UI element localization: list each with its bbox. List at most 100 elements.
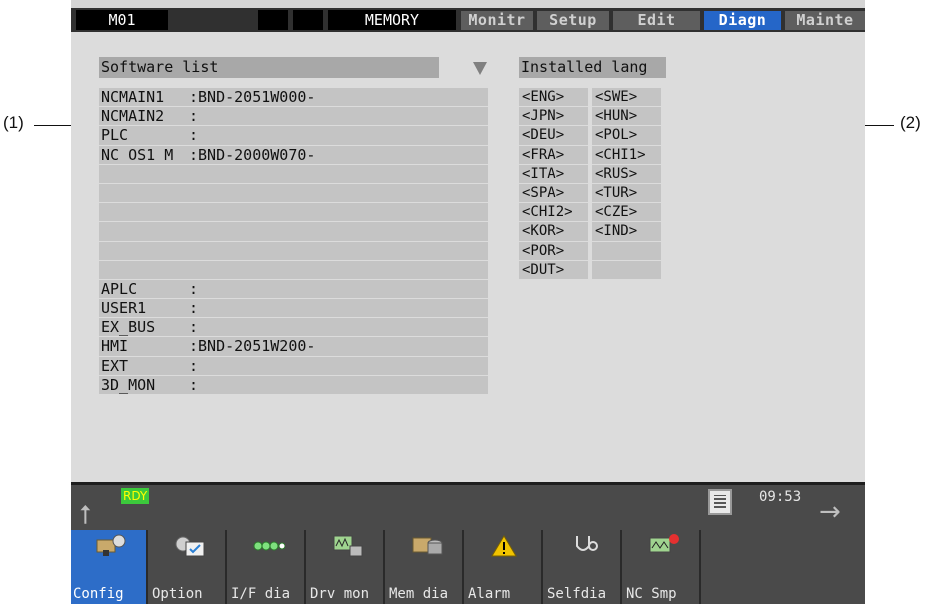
software-row: PLC: (99, 126, 488, 145)
tab-maintenance[interactable]: Mainte (785, 11, 865, 30)
menu-key-label: Mem dia (389, 586, 449, 602)
software-row: NCMAIN2: (99, 107, 488, 126)
software-list: NCMAIN1:BND-2051W000- NCMAIN2: PLC: NC OS1 … (99, 88, 488, 395)
menu-key-config[interactable]: Config (71, 530, 148, 604)
operation-status: MEMORY (328, 10, 456, 30)
software-row (99, 222, 488, 241)
software-name: APLC (101, 279, 138, 298)
language-cell: <DEU> (519, 126, 588, 145)
drive-monitor-icon (332, 534, 364, 558)
nc-screen: M01 MEMORY Monitr Setup Edit Diagn Maint… (71, 0, 865, 604)
menu-key-drv-mon[interactable]: Drv mon (308, 530, 385, 604)
language-row: <SPA> <TUR> (519, 183, 665, 203)
language-row: <DEU> <POL> (519, 126, 665, 145)
ready-badge: RDY (121, 488, 150, 504)
dropdown-arrow-icon[interactable] (473, 62, 487, 75)
software-row: APLC: (99, 279, 488, 299)
menu-key-label: Config (73, 586, 124, 602)
language-row: <DUT> (519, 260, 665, 279)
menu-key-i-f-dia[interactable]: I/F dia (229, 530, 306, 604)
software-name: EX_BUS (101, 318, 156, 337)
menu-key-option[interactable]: Option (150, 530, 227, 604)
menu-key-alarm[interactable]: Alarm (466, 530, 543, 604)
language-cell: <RUS> (592, 164, 661, 183)
tab-edit[interactable]: Edit (613, 11, 700, 30)
tab-diagnosis[interactable]: Diagn (704, 11, 781, 30)
software-row: NC OS1 M:BND-2000W070- (99, 145, 488, 164)
language-row: <KOR> <IND> (519, 222, 665, 241)
software-row: USER1: (99, 299, 488, 318)
software-row: 3D_MON: (99, 375, 488, 394)
menu-key-selfdia[interactable]: Selfdia (545, 530, 622, 604)
menu-key-label: Selfdia (547, 586, 607, 602)
software-version: : (189, 375, 199, 394)
config-icon (95, 534, 127, 558)
language-row: <FRA> <CHI1> (519, 145, 665, 164)
software-name: EXT (101, 356, 129, 375)
mode-indicator: M01 (76, 10, 168, 30)
software-version: :BND-2051W000- (189, 88, 316, 106)
software-row: NCMAIN1 :BND-2051W000- (99, 88, 488, 107)
language-cell: <JPN> (519, 107, 588, 126)
nc-sampling-icon (648, 534, 680, 558)
software-version: : (189, 356, 199, 375)
menu-key-label: I/F dia (231, 586, 291, 602)
software-row: EXT: (99, 356, 488, 375)
language-cell: <CHI2> (519, 203, 588, 222)
language-cell: <CZE> (592, 203, 661, 222)
if-diagnosis-icon (253, 534, 286, 558)
software-version: : (189, 126, 199, 145)
language-row: <ITA> <RUS> (519, 164, 665, 183)
menu-area: ⭡ RDY 09:53 → Config Option I/F dia Drv mon… (71, 482, 865, 604)
software-name: NCMAIN2 (101, 107, 165, 126)
menu-key-mem-dia[interactable]: Mem dia (387, 530, 464, 604)
software-row (99, 183, 488, 203)
tab-setup[interactable]: Setup (537, 11, 609, 30)
menu-key-label: NC Smp (626, 586, 677, 602)
software-row (99, 164, 488, 183)
language-row: <CHI2> <CZE> (519, 203, 665, 222)
language-cell: <KOR> (519, 222, 588, 241)
menu-next-arrow-icon[interactable]: → (819, 497, 841, 527)
language-cell (592, 241, 661, 260)
software-name: 3D_MON (101, 375, 156, 394)
tab-monitor[interactable]: Monitr (461, 11, 533, 30)
language-cell: <ITA> (519, 164, 588, 183)
clock: 09:53 (759, 489, 802, 505)
software-row: EX_BUS: (99, 318, 488, 337)
software-version: : (189, 318, 199, 337)
callout-2: (2) (900, 113, 921, 132)
software-name: NCMAIN1 (101, 88, 165, 106)
software-version: :BND-2051W200- (189, 337, 316, 356)
menu-back-arrow-icon[interactable]: ⭡ (79, 501, 91, 532)
option-icon (174, 534, 206, 558)
memory-diagnosis-icon (411, 534, 443, 558)
menu-key-label: Drv mon (310, 586, 370, 602)
software-version: : (189, 299, 199, 318)
installed-lang-title: Installed lang (519, 57, 666, 78)
language-grid: <ENG> <SWE> <JPN> <HUN> <DEU> <POL> <FRA> <CHI1… (519, 88, 665, 280)
software-version: : (189, 279, 199, 298)
language-cell: <FRA> (519, 145, 588, 164)
language-cell: <POL> (592, 126, 661, 145)
language-cell: <ENG> (519, 88, 588, 107)
language-cell: <HUN> (592, 107, 661, 126)
software-name: USER1 (101, 299, 147, 318)
main-panel: Software list Installed lang NCMAIN1 :BND… (71, 32, 865, 482)
header-bar: M01 MEMORY Monitr Setup Edit Diagn Maint… (71, 8, 865, 32)
software-row (99, 203, 488, 222)
software-name: PLC (101, 126, 129, 145)
language-cell: <POR> (519, 241, 588, 260)
menu-key-nc-smp[interactable]: NC Smp (624, 530, 701, 604)
menu-key-label: Alarm (468, 586, 511, 602)
language-cell: <TUR> (592, 183, 661, 203)
alarm-icon (490, 534, 522, 558)
language-cell (592, 260, 661, 279)
language-row: <ENG> <SWE> (519, 88, 665, 107)
calculator-icon[interactable] (708, 489, 732, 515)
menu-key-label: Option (152, 586, 203, 602)
language-cell: <SPA> (519, 183, 588, 203)
software-list-title: Software list (99, 57, 439, 78)
language-cell: <DUT> (519, 260, 588, 279)
software-name: NC OS1 M (101, 145, 174, 164)
